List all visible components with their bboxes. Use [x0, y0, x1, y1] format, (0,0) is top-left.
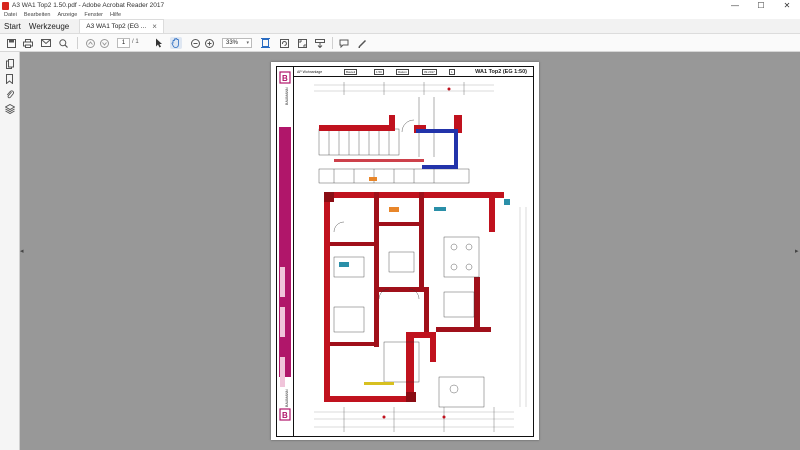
page-number-input[interactable]: 1	[117, 38, 130, 48]
zoom-in-icon[interactable]	[203, 37, 215, 49]
page-thumbnails-icon[interactable]	[4, 58, 15, 69]
stamp-column: B BAUMANN B BAUMANN	[277, 67, 294, 436]
hand-tool-icon[interactable]	[170, 37, 182, 49]
acrobat-icon	[2, 1, 9, 10]
title-block-text-3	[280, 357, 285, 387]
window-title: A3 WA1 Top2 1.50.pdf - Adobe Acrobat Rea…	[12, 2, 165, 9]
bookmark-icon[interactable]	[4, 73, 15, 84]
zoom-level-select[interactable]: 33% ▾	[222, 38, 252, 48]
svg-text:BAUMANN: BAUMANN	[285, 87, 289, 105]
plan-project-name: AP Wohnanlage	[297, 69, 323, 74]
header-cell: 1	[449, 69, 455, 75]
baumann-logo-bottom: B BAUMANN	[279, 385, 291, 421]
expand-right-panel-icon[interactable]: ▸	[795, 247, 799, 255]
toolbar-separator	[332, 37, 333, 49]
mail-icon[interactable]	[40, 37, 52, 49]
document-viewer[interactable]: ◂ ▸ B BAUMANN B BAUMANN AP Wohnanlage Ba…	[20, 52, 800, 450]
zoom-level-value: 33%	[226, 40, 239, 46]
maximize-button[interactable]: ☐	[748, 0, 774, 11]
plan-header: AP Wohnanlage Bauteil 1:50 Datum 09.2017…	[294, 67, 533, 77]
header-cell: 1:50	[374, 69, 384, 75]
scroll-mode-icon[interactable]	[314, 37, 326, 49]
pdf-page: B BAUMANN B BAUMANN AP Wohnanlage Bautei…	[271, 62, 539, 440]
menu-item-anzeige[interactable]: Anzeige	[57, 12, 77, 18]
chevron-down-icon: ▾	[246, 40, 249, 46]
title-bar: A3 WA1 Top2 1.50.pdf - Adobe Acrobat Rea…	[0, 0, 800, 11]
plan-title: WA1 Top2 (EG 1:50)	[475, 68, 527, 75]
rotate-view-icon[interactable]	[278, 37, 290, 49]
collapse-left-panel-icon[interactable]: ◂	[20, 247, 24, 255]
fit-page-icon[interactable]	[259, 37, 271, 49]
attachment-icon[interactable]	[4, 88, 15, 99]
page-up-icon[interactable]	[84, 37, 96, 49]
print-icon[interactable]	[22, 37, 34, 49]
svg-text:BAUMANN: BAUMANN	[285, 389, 289, 407]
tab-document-label: A3 WA1 Top2 (EG ...	[86, 23, 147, 30]
toolbar: 1 / 1 33% ▾	[0, 34, 800, 52]
save-icon[interactable]	[5, 37, 17, 49]
page-total: / 1	[132, 39, 139, 45]
comment-icon[interactable]	[338, 37, 350, 49]
zoom-out-icon[interactable]	[189, 37, 201, 49]
minimize-button[interactable]: —	[722, 0, 748, 11]
menu-item-hilfe[interactable]: Hilfe	[110, 12, 121, 18]
tab-bar: Start Werkzeuge A3 WA1 Top2 (EG ... ×	[0, 19, 800, 34]
page-down-icon[interactable]	[98, 37, 110, 49]
header-cell: Datum	[396, 69, 409, 75]
fullscreen-icon[interactable]	[296, 37, 308, 49]
menu-item-bearbeiten[interactable]: Bearbeiten	[24, 12, 51, 18]
select-cursor-icon[interactable]	[153, 37, 165, 49]
search-icon[interactable]	[57, 37, 69, 49]
menu-bar: Datei Bearbeiten Anzeige Fenster Hilfe	[0, 11, 800, 19]
title-block-band	[279, 127, 291, 377]
plan-frame: B BAUMANN B BAUMANN AP Wohnanlage Bautei…	[276, 66, 534, 437]
tab-start[interactable]: Start	[0, 20, 25, 33]
baumann-logo-top: B BAUMANN	[279, 71, 291, 107]
menu-item-datei[interactable]: Datei	[4, 12, 17, 18]
tab-document[interactable]: A3 WA1 Top2 (EG ... ×	[79, 19, 164, 33]
navigation-panel	[0, 52, 20, 450]
close-button[interactable]: ✕	[774, 0, 800, 11]
pen-icon[interactable]	[356, 37, 368, 49]
menu-item-fenster[interactable]: Fenster	[84, 12, 103, 18]
svg-text:B: B	[282, 74, 288, 83]
toolbar-separator	[77, 37, 78, 49]
tab-tools[interactable]: Werkzeuge	[25, 20, 73, 33]
tab-close-icon[interactable]: ×	[152, 22, 157, 31]
title-block-text-2	[280, 307, 285, 337]
title-block-text-1	[280, 267, 285, 297]
floor-plan-drawing	[294, 77, 535, 438]
header-cell: Bauteil	[344, 69, 358, 75]
svg-text:B: B	[282, 411, 288, 420]
header-cell: 09.2017	[422, 69, 437, 75]
layers-icon[interactable]	[4, 103, 15, 114]
